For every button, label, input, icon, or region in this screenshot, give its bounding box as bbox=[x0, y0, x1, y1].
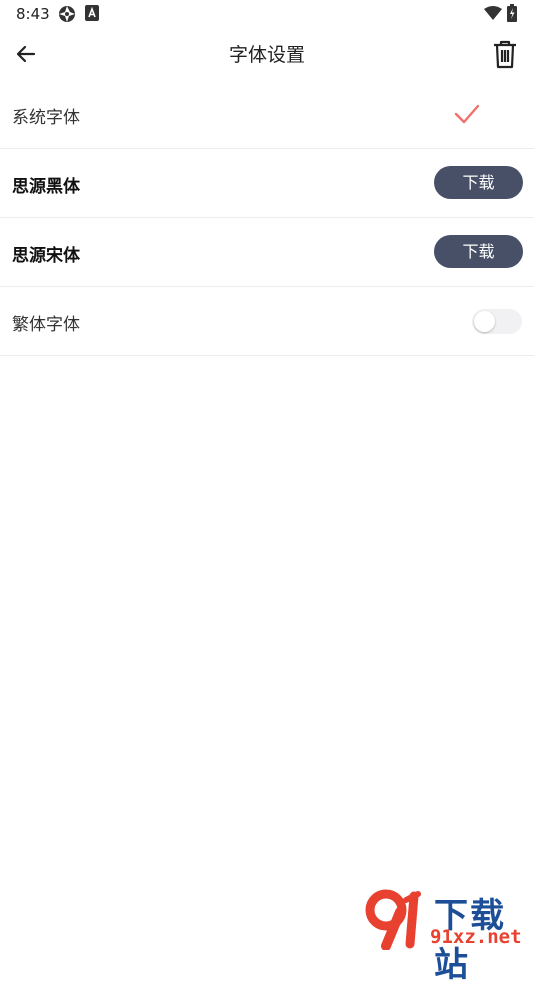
app-bar: 字体设置 bbox=[0, 28, 534, 80]
font-row-traditional[interactable]: 繁体字体 bbox=[0, 287, 534, 356]
watermark-logo bbox=[365, 889, 421, 950]
font-label-source-han-sans: 思源黑体 bbox=[12, 177, 80, 197]
font-row-source-han-sans[interactable]: 思源黑体 下载 bbox=[0, 149, 534, 218]
traditional-toggle[interactable] bbox=[472, 309, 522, 334]
a-box-icon bbox=[85, 5, 99, 21]
download-button[interactable]: 下载 bbox=[434, 166, 523, 199]
watermark-text-bottom: 91xz.net bbox=[430, 926, 522, 948]
font-label-traditional: 繁体字体 bbox=[12, 315, 80, 335]
font-label-source-han-serif: 思源宋体 bbox=[12, 246, 80, 266]
aperture-icon bbox=[59, 6, 75, 22]
font-row-source-han-serif[interactable]: 思源宋体 下载 bbox=[0, 218, 534, 287]
status-bar: 8:43 bbox=[0, 0, 534, 28]
download-button[interactable]: 下载 bbox=[434, 235, 523, 268]
status-time: 8:43 bbox=[16, 5, 50, 23]
font-row-system[interactable]: 系统字体 bbox=[0, 80, 534, 149]
delete-button[interactable] bbox=[490, 39, 520, 69]
page-title: 字体设置 bbox=[228, 44, 305, 66]
font-label-system: 系统字体 bbox=[12, 108, 80, 128]
wifi-icon bbox=[484, 6, 502, 20]
trash-icon bbox=[494, 40, 516, 69]
check-icon bbox=[454, 104, 480, 124]
watermark: 下载站 91xz.net bbox=[362, 888, 534, 985]
battery-icon bbox=[507, 4, 517, 22]
toggle-knob bbox=[474, 311, 495, 332]
font-list: 系统字体 思源黑体 下载 思源宋体 下载 繁体字体 bbox=[0, 80, 534, 356]
